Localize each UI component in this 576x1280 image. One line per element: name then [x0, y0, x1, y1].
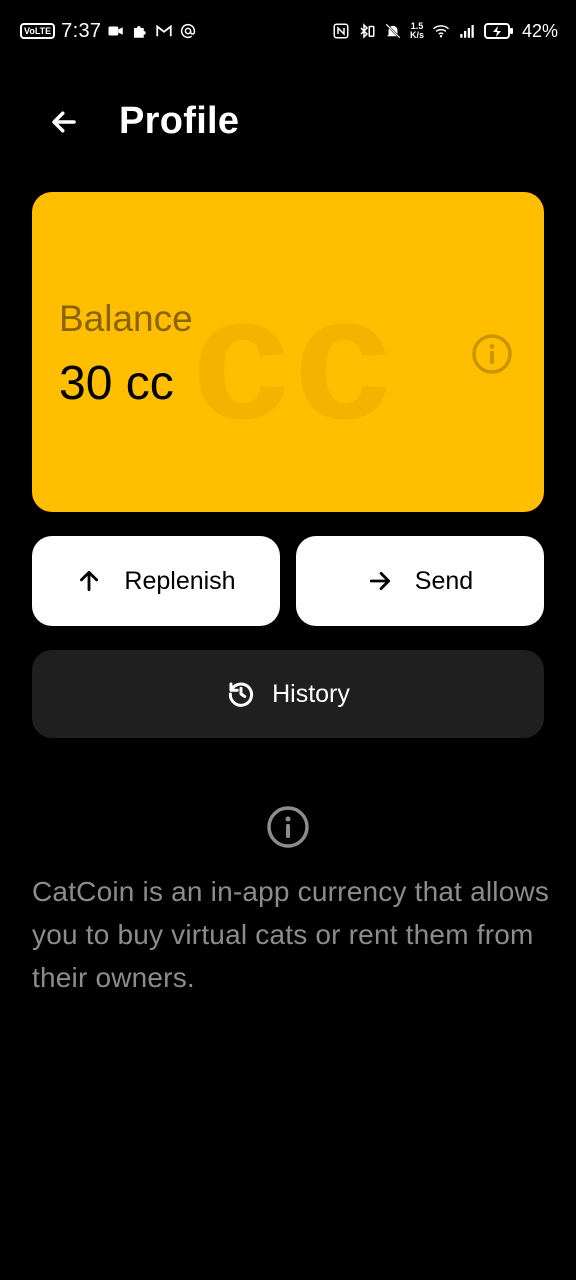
replenish-button[interactable]: Replenish — [32, 536, 280, 626]
arrow-left-icon — [52, 111, 76, 133]
balance-card: cc Balance 30 cc — [32, 192, 544, 512]
battery-charging-icon — [483, 23, 513, 39]
status-time: 7:37 — [61, 19, 102, 42]
send-button[interactable]: Send — [296, 536, 544, 626]
status-bar-left: VoLTE 7:37 — [20, 18, 197, 44]
wifi-icon — [432, 25, 449, 38]
history-label: History — [272, 679, 350, 708]
bluetooth-battery-icon — [360, 23, 375, 39]
app-header: Profile — [0, 90, 576, 156]
video-camera-icon — [108, 26, 124, 36]
history-icon — [228, 682, 254, 707]
signal-icon — [460, 25, 474, 38]
battery-percent: 42% — [521, 20, 558, 41]
balance-label: Balance — [59, 298, 193, 339]
status-bar-right: 1.5 K/s 42% — [332, 18, 558, 44]
at-sign-icon — [181, 23, 196, 39]
send-label: Send — [414, 566, 474, 595]
volte-icon: VoLTE — [20, 23, 56, 39]
currency-watermark: cc — [192, 260, 396, 456]
nfc-icon — [333, 23, 349, 39]
puzzle-icon — [134, 26, 146, 38]
arrow-right-icon — [369, 572, 390, 590]
gmail-icon — [156, 24, 172, 37]
back-button[interactable] — [40, 102, 88, 142]
silent-bell-icon — [385, 23, 401, 39]
arrow-up-icon — [80, 570, 99, 592]
network-speed: 1.5 K/s — [409, 21, 424, 40]
info-icon — [267, 806, 309, 848]
catcoin-description: CatCoin is an in-app currency that allow… — [32, 876, 550, 993]
replenish-label: Replenish — [124, 566, 236, 595]
page-title: Profile — [119, 100, 240, 142]
info-icon[interactable] — [470, 332, 514, 376]
history-button[interactable]: History — [32, 650, 544, 738]
status-bar: VoLTE 7:37 1.5 K/s 42% — [0, 0, 576, 62]
balance-value: 30 cc — [59, 357, 174, 410]
